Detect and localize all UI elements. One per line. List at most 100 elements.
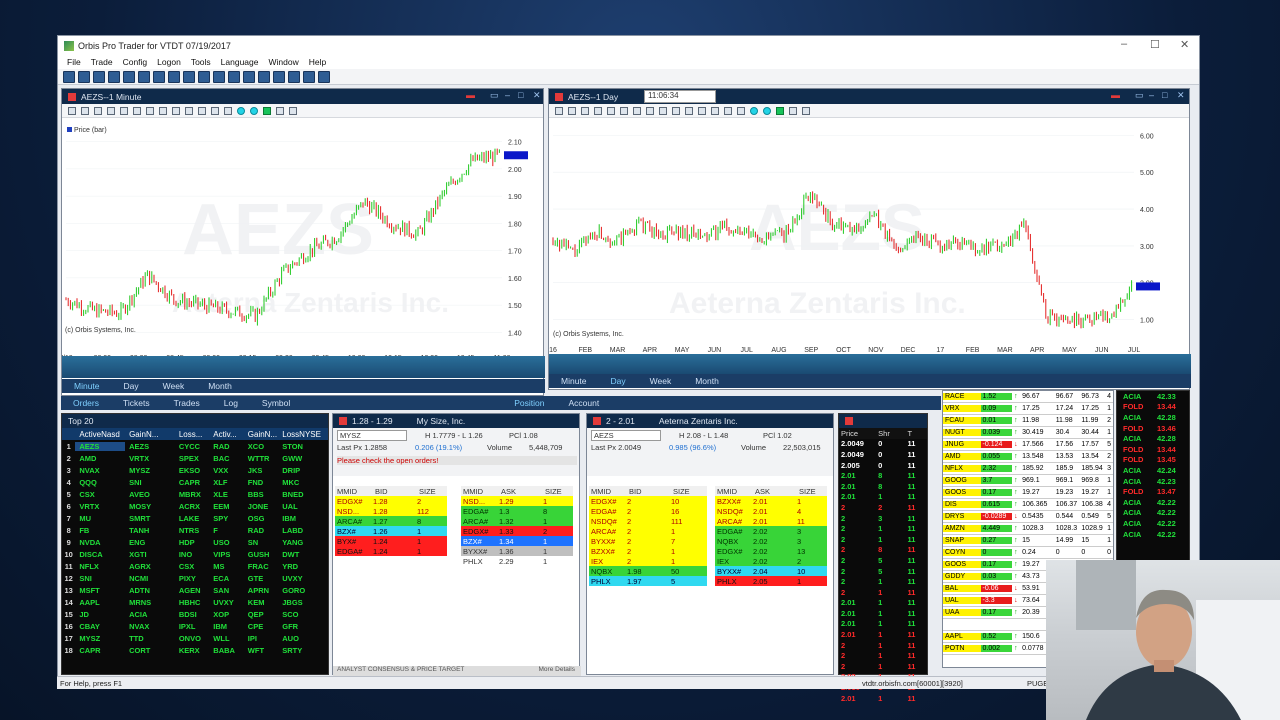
symbol-cell[interactable]: GWW [278,454,328,463]
book-row[interactable]: ARCA# 1.32 1 [461,516,573,526]
wl-symbol[interactable]: AAPL [943,633,981,640]
top20-col-header[interactable]: Activ... [209,430,243,439]
table-row[interactable]: 12 SNI NCMI PIXY ECA GTE UVXY [62,572,328,584]
symbol-cell[interactable]: WLL [209,634,243,643]
symbol-cell[interactable]: IBM [209,622,243,631]
symbol-cell[interactable]: JBGS [278,598,328,607]
tab-orders[interactable]: Orders [61,398,111,408]
book-row[interactable]: IEX 2.02 2 [715,556,827,566]
symbol-cell[interactable]: ACRX [175,502,209,511]
symbol-cell[interactable]: AMD [75,454,125,463]
chart-tool-icon[interactable] [133,106,141,115]
chart-tool-icon[interactable] [159,106,167,115]
table-row[interactable]: 1 AEZS AEZS CYCC RAD XCO STON [62,440,328,452]
chart-tool-icon[interactable] [568,106,576,115]
symbol-cell[interactable]: BBS [244,490,278,499]
tab-position[interactable]: Position [502,398,556,408]
menu-logon[interactable]: Logon [157,57,181,67]
symbol-cell[interactable]: MYSZ [75,634,125,643]
tab-account[interactable]: Account [557,398,612,408]
wl-symbol[interactable]: FCAU [943,417,981,424]
chart-tool-icon[interactable] [211,106,219,115]
book-row[interactable]: BYXX# 2.04 10 [715,566,827,576]
toolbar-icon[interactable] [138,70,150,83]
menu-config[interactable]: Config [123,57,148,67]
watchlist-row[interactable]: SNAP 0.27 ↑ 15 14.99 15 1 [943,535,1113,547]
table-row[interactable]: 8 FB TANH NTRS F RAD LABD [62,524,328,536]
table-row[interactable]: 7 MU SMRT LAKE SPY OSG IBM [62,512,328,524]
wl-symbol[interactable]: AMD [943,453,981,460]
table-row[interactable]: 5 CSX AVEO MBRX XLE BBS BNED [62,488,328,500]
wl-symbol[interactable]: NUGT [943,429,981,436]
symbol-cell[interactable]: VXX [209,466,243,475]
pane-x-icon[interactable]: ✕ [533,90,541,101]
circle-tool-icon[interactable] [763,106,771,115]
watchlist-row[interactable]: FCAU 0.01 ↑ 11.98 11.98 11.99 2 [943,415,1113,427]
symbol-cell[interactable]: CBAY [75,622,125,631]
symbol-cell[interactable]: MS [209,562,243,571]
symbol-cell[interactable]: AEZS [75,441,126,451]
symbol-cell[interactable]: IPI [244,634,278,643]
symbol-cell[interactable]: BDSI [175,610,209,619]
toolbar-icon[interactable] [273,70,285,83]
circle-tool-icon[interactable] [750,106,758,115]
chart-tool-icon[interactable] [633,106,641,115]
top20-col-header[interactable]: GainN... [244,430,278,439]
symbol-cell[interactable]: UAL [278,502,328,511]
chart-tool-icon[interactable] [276,106,284,115]
book-row[interactable]: NSDQ# 2.01 4 [715,506,827,516]
chart-tool-icon[interactable] [594,106,602,115]
symbol-cell[interactable]: NFLX [75,562,125,571]
table-row[interactable]: 14 AAPL MRNS HBHC UVXY KEM JBGS [62,596,328,608]
wl-symbol[interactable]: GOOS [943,489,981,496]
chart-tool-icon[interactable] [685,106,693,115]
symbol-cell[interactable]: ENG [125,538,175,547]
symbol-cell[interactable]: AEZS [125,442,175,451]
toolbar-icon[interactable] [63,70,75,83]
chart-tool-icon[interactable] [789,106,797,115]
symbol-cell[interactable]: INO [175,550,209,559]
menu-language[interactable]: Language [221,57,259,67]
symbol-cell[interactable]: SMRT [125,514,175,523]
close-button[interactable]: ✕ [1180,38,1189,51]
symbol-cell[interactable]: MYSZ [125,466,175,475]
symbol-cell[interactable]: JD [75,610,125,619]
watchlist-row[interactable]: GOOS 0.17 ↑ 19.27 19.23 19.27 1 [943,487,1113,499]
table-row[interactable]: 6 VRTX MOSY ACRX EEM JONE UAL [62,500,328,512]
book-row[interactable]: IEX 2 1 [589,556,707,566]
chart-tool-icon[interactable] [646,106,654,115]
symbol-cell[interactable]: UVXY [209,598,243,607]
up-arrow-icon[interactable] [776,106,784,115]
wl-symbol[interactable]: VRX [943,405,981,412]
symbol-cell[interactable]: EEM [209,502,243,511]
chart-tool-icon[interactable] [94,106,102,115]
symbol-cell[interactable]: SAN [209,586,243,595]
book-row[interactable]: ARCA# 1.27 8 [335,516,447,526]
book-row[interactable]: NSD... 1.28 112 [335,506,447,516]
book-row[interactable]: BZXX# 2.01 1 [715,496,827,506]
symbol-cell[interactable]: CAPR [75,646,125,655]
table-row[interactable]: 3 NVAX MYSZ EKSO VXX JKS DRIP [62,464,328,476]
pane-dock-icon[interactable]: ▭ [1135,90,1144,101]
symbol-cell[interactable]: QQQ [75,478,125,487]
symbol-cell[interactable]: APRN [244,586,278,595]
tab-month[interactable]: Month [683,376,731,386]
maximize-button[interactable]: ☐ [1150,38,1160,51]
watchlist-row[interactable]: DIS 0.615 ↑ 106.365 106.37 106.38 4 [943,499,1113,511]
book-row[interactable]: NQBX 2.02 3 [715,536,827,546]
wl-symbol[interactable]: COYN [943,549,981,556]
table-row[interactable]: 17 MYSZ TTD ONVO WLL IPI AUO [62,632,328,644]
book-row[interactable]: BYXX# 2 7 [589,536,707,546]
tab-log[interactable]: Log [212,398,250,408]
symbol-cell[interactable]: UVXY [278,574,328,583]
wl-symbol[interactable]: UAA [943,609,981,616]
symbol-cell[interactable]: KERX [175,646,209,655]
watchlist-row[interactable]: GOOG 3.7 ↑ 969.1 969.1 969.8 1 [943,475,1113,487]
toolbar-icon[interactable] [153,70,165,83]
top20-col-header[interactable]: ActiveNasd [75,430,125,439]
toolbar-icon[interactable] [303,70,315,83]
wl-symbol[interactable]: GOOG [943,477,981,484]
chart-tool-icon[interactable] [802,106,810,115]
symbol-cell[interactable]: WTTR [244,454,278,463]
book-row[interactable]: BYX# 1.24 1 [335,536,447,546]
